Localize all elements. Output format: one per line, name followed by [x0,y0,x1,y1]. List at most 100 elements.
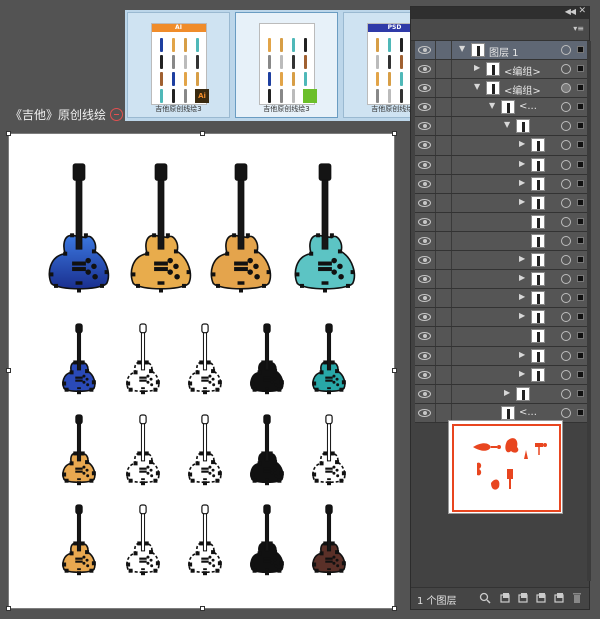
lock-toggle[interactable] [435,117,452,136]
layer-row[interactable] [415,231,587,252]
target-circle-icon[interactable] [561,159,571,170]
visibility-eye-icon[interactable] [418,275,431,284]
bbox-handle-top-right[interactable] [392,131,397,136]
layer-row[interactable]: ▶ [415,136,587,156]
guitar-small-r3-c1[interactable] [62,504,96,576]
close-icon[interactable]: ✕ [578,6,586,16]
expand-arrow-icon[interactable]: ▶ [519,254,525,263]
guitar-small-r1-c5[interactable] [312,323,346,395]
lock-toggle[interactable] [435,365,452,384]
visibility-eye-icon[interactable] [418,294,431,303]
visibility-eye-icon[interactable] [418,65,431,74]
guitar-small-r3-c4[interactable] [250,504,284,576]
expand-arrow-icon[interactable]: ▶ [519,159,525,168]
visibility-eye-icon[interactable] [418,46,431,54]
expand-arrow-icon[interactable]: ▶ [504,388,510,397]
bbox-handle-top[interactable] [200,131,205,136]
layer-name[interactable]: <编组> [504,63,541,78]
guitar-large-4[interactable] [294,163,356,293]
target-circle-icon[interactable] [561,197,571,208]
layer-name[interactable]: <... [519,101,537,112]
guitar-artwork[interactable] [9,134,396,610]
visibility-eye-icon[interactable] [418,370,431,379]
guitar-small-r1-c1[interactable] [62,323,96,395]
lock-toggle[interactable] [435,155,452,174]
guitar-small-r2-c2[interactable] [126,414,160,486]
document-thumbnail-1[interactable]: AI Ai 吉他原创线绘3 [127,12,230,118]
selection-indicator[interactable] [577,236,584,244]
visibility-eye-icon[interactable] [418,198,431,207]
new-layer-icon[interactable] [553,592,565,604]
layer-row[interactable]: ▶ <编组> [415,60,587,80]
lock-toggle[interactable] [435,231,452,251]
target-circle-icon[interactable] [561,388,571,399]
target-circle-icon[interactable] [561,216,571,227]
visibility-eye-icon[interactable] [418,160,431,169]
selection-indicator[interactable] [577,313,584,321]
lock-toggle[interactable] [435,212,452,231]
selection-indicator[interactable] [577,65,584,73]
lock-toggle[interactable] [435,327,452,346]
visibility-eye-icon[interactable] [418,332,431,341]
expand-arrow-icon[interactable]: ▶ [474,63,480,72]
lock-toggle[interactable] [435,174,452,193]
bbox-handle-left[interactable] [6,368,11,373]
layer-row[interactable]: ▶ [415,308,587,328]
target-circle-icon[interactable] [561,83,571,94]
expand-arrow-icon[interactable]: ▶ [519,139,525,148]
layer-row[interactable]: ▼ [415,117,587,137]
collapse-arrow-icon[interactable]: ▼ [489,101,495,110]
visibility-eye-icon[interactable] [418,313,431,322]
visibility-eye-icon[interactable] [418,389,431,398]
visibility-eye-icon[interactable] [418,179,431,188]
target-circle-icon[interactable] [561,255,571,266]
visibility-eye-icon[interactable] [418,408,431,417]
guitar-small-r2-c5[interactable] [312,414,346,486]
collapse-arrow-icon[interactable]: ▼ [459,44,465,53]
visibility-eye-icon[interactable] [418,141,431,150]
lock-toggle[interactable] [435,98,452,117]
lock-toggle[interactable] [435,136,452,155]
target-circle-icon[interactable] [561,369,571,380]
delete-icon[interactable] [571,592,583,604]
expand-arrow-icon[interactable]: ▶ [519,178,525,187]
document-thumbnail-2[interactable]: 吉他原创线绘3 [235,12,338,118]
layer-row[interactable]: ▼ 图层 1 [415,41,587,61]
bbox-handle-top-left[interactable] [6,131,11,136]
target-circle-icon[interactable] [561,140,571,151]
lock-toggle[interactable] [435,60,452,79]
selection-indicator[interactable] [577,122,584,130]
visibility-eye-icon[interactable] [418,236,431,245]
locate-object-icon[interactable] [499,592,511,604]
expand-arrow-icon[interactable]: ▶ [519,369,525,378]
layer-name[interactable]: <... [519,407,537,418]
lock-toggle[interactable] [435,346,452,365]
layer-row[interactable]: ▶ [415,155,587,175]
expand-arrow-icon[interactable]: ▶ [519,273,525,282]
guitar-small-r3-c3[interactable] [188,504,222,576]
selection-indicator[interactable] [577,275,584,283]
expand-arrow-icon[interactable]: ▶ [519,350,525,359]
lock-toggle[interactable] [435,308,452,327]
visibility-eye-icon[interactable] [418,256,431,265]
visibility-eye-icon[interactable] [418,103,431,112]
bbox-handle-right[interactable] [392,368,397,373]
visibility-eye-icon[interactable] [418,84,431,93]
guitar-large-2[interactable] [130,163,192,293]
selection-indicator[interactable] [577,294,584,302]
selection-indicator[interactable] [577,160,584,168]
layer-row[interactable] [415,212,587,232]
target-circle-icon[interactable] [561,64,571,75]
target-circle-icon[interactable] [561,274,571,285]
layer-row[interactable]: ▶ [415,289,587,309]
layer-row[interactable] [415,327,587,347]
layer-name[interactable]: <编组> [504,82,541,97]
guitar-small-r3-c5[interactable] [312,504,346,576]
target-circle-icon[interactable] [561,350,571,361]
expand-arrow-icon[interactable]: ▶ [519,197,525,206]
target-circle-icon[interactable] [561,331,571,342]
visibility-eye-icon[interactable] [418,122,431,131]
selection-indicator[interactable] [577,46,584,53]
target-circle-icon[interactable] [561,312,571,323]
expand-arrow-icon[interactable]: ▶ [519,292,525,301]
